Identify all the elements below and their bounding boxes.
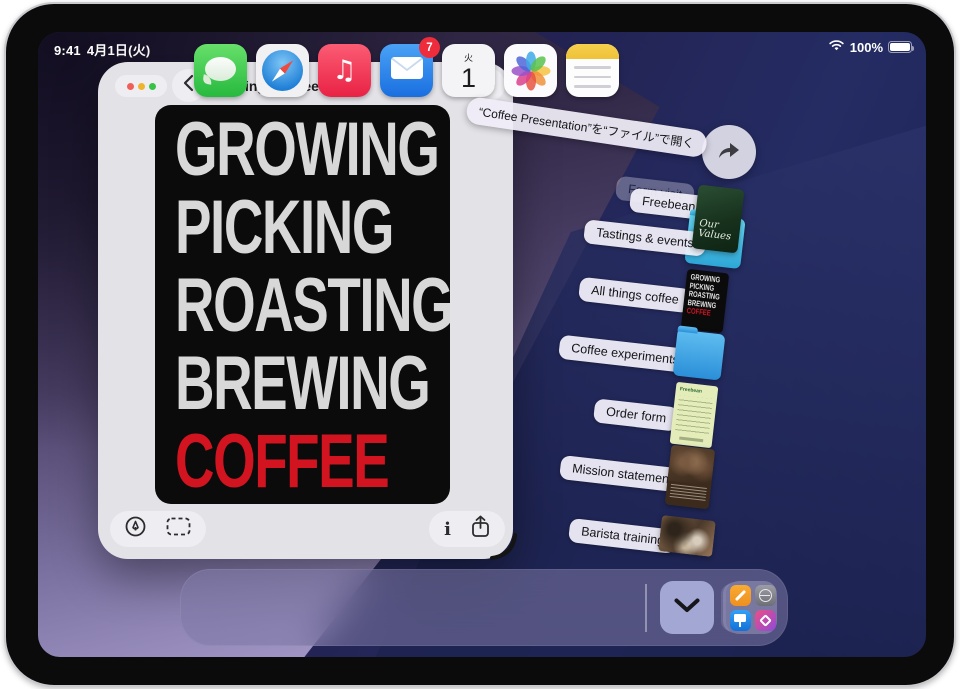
window-resize-handle[interactable]: [489, 532, 517, 565]
mail-app-icon[interactable]: 7: [380, 44, 433, 97]
chevron-down-icon: [674, 598, 700, 618]
battery-icon: [888, 41, 912, 53]
status-time: 9:41: [54, 43, 81, 58]
chevron-left-icon: [183, 74, 194, 97]
folder-icon-coffee-experiments[interactable]: [673, 329, 726, 380]
ipad-device-frame: 9:414月1日(火) 100% All things coffee: [4, 2, 956, 687]
status-date: 4月1日(火): [87, 43, 151, 58]
poster-line: PICKING: [175, 189, 373, 267]
quick-look-window: All things coffee ••• GROWING PICKING RO…: [98, 62, 513, 559]
poster-line: BREWING: [175, 345, 373, 423]
music-app-icon[interactable]: ♫: [318, 44, 371, 97]
recent-apps-stack[interactable]: [726, 581, 777, 634]
notes-app-icon[interactable]: [566, 44, 619, 97]
messages-app-icon[interactable]: [194, 44, 247, 97]
shortcuts-mini-icon: [755, 610, 776, 631]
photos-app-icon[interactable]: [504, 44, 557, 97]
music-note-icon: ♫: [332, 55, 356, 86]
file-thumbnail-barista-training[interactable]: [658, 515, 716, 557]
safari-app-icon[interactable]: [256, 44, 309, 97]
mission-photo: [667, 445, 715, 486]
envelope-icon: [390, 56, 424, 85]
order-form-footer: [679, 437, 703, 443]
forward-arrow-icon: [716, 139, 742, 166]
zoom-window-dot[interactable]: [149, 83, 156, 90]
mail-badge: 7: [419, 37, 440, 58]
order-form-lines: [675, 395, 713, 437]
file-thumbnail-order-form[interactable]: Freebean: [670, 382, 719, 448]
file-thumbnail-our-values[interactable]: Our Values: [692, 185, 745, 254]
order-form-header: Freebean: [679, 386, 713, 396]
photos-flower-icon: [511, 51, 551, 91]
calendar-day: 1: [442, 64, 495, 92]
dock-chevron-button[interactable]: [660, 581, 714, 634]
coffee-poster-preview: GROWING PICKING ROASTING BREWING COFFEE: [155, 105, 450, 504]
forward-share-button[interactable]: [702, 125, 756, 179]
wifi-icon: [828, 39, 845, 55]
file-thumbnail-coffee-poster[interactable]: GROWING PICKING ROASTING BREWING COFFEE: [681, 269, 730, 333]
annotation-toolbar: [110, 511, 206, 547]
window-controls[interactable]: [115, 75, 167, 97]
calendar-app-icon[interactable]: 火 1: [442, 44, 495, 97]
status-time-date: 9:41 4月1日(火): [54, 40, 156, 59]
close-window-dot[interactable]: [127, 83, 134, 90]
poster-line: GROWING: [175, 111, 373, 189]
file-thumbnail-mission-statement[interactable]: [665, 445, 716, 510]
notes-yellow-band: [566, 44, 619, 59]
status-indicators: 100%: [828, 39, 912, 55]
battery-percent: 100%: [850, 40, 883, 55]
poster-line: ROASTING: [175, 267, 373, 345]
pages-mini-icon: [730, 585, 751, 606]
mission-text-lines: [665, 480, 711, 509]
mini-poster-highlight: COFFEE: [686, 307, 715, 319]
keynote-mini-icon: [730, 610, 751, 631]
dock-divider: [645, 584, 647, 632]
selection-icon[interactable]: [166, 517, 191, 541]
minimize-window-dot[interactable]: [138, 83, 145, 90]
compass-icon: [262, 50, 303, 91]
speech-bubble-icon: [205, 57, 236, 81]
info-icon[interactable]: i: [444, 519, 451, 540]
globe-mini-icon: [755, 585, 776, 606]
poster-highlight-line: COFFEE: [175, 423, 373, 501]
markup-icon[interactable]: [125, 516, 146, 542]
share-icon[interactable]: [471, 515, 490, 543]
ipad-screen: 9:414月1日(火) 100% All things coffee: [38, 32, 926, 657]
